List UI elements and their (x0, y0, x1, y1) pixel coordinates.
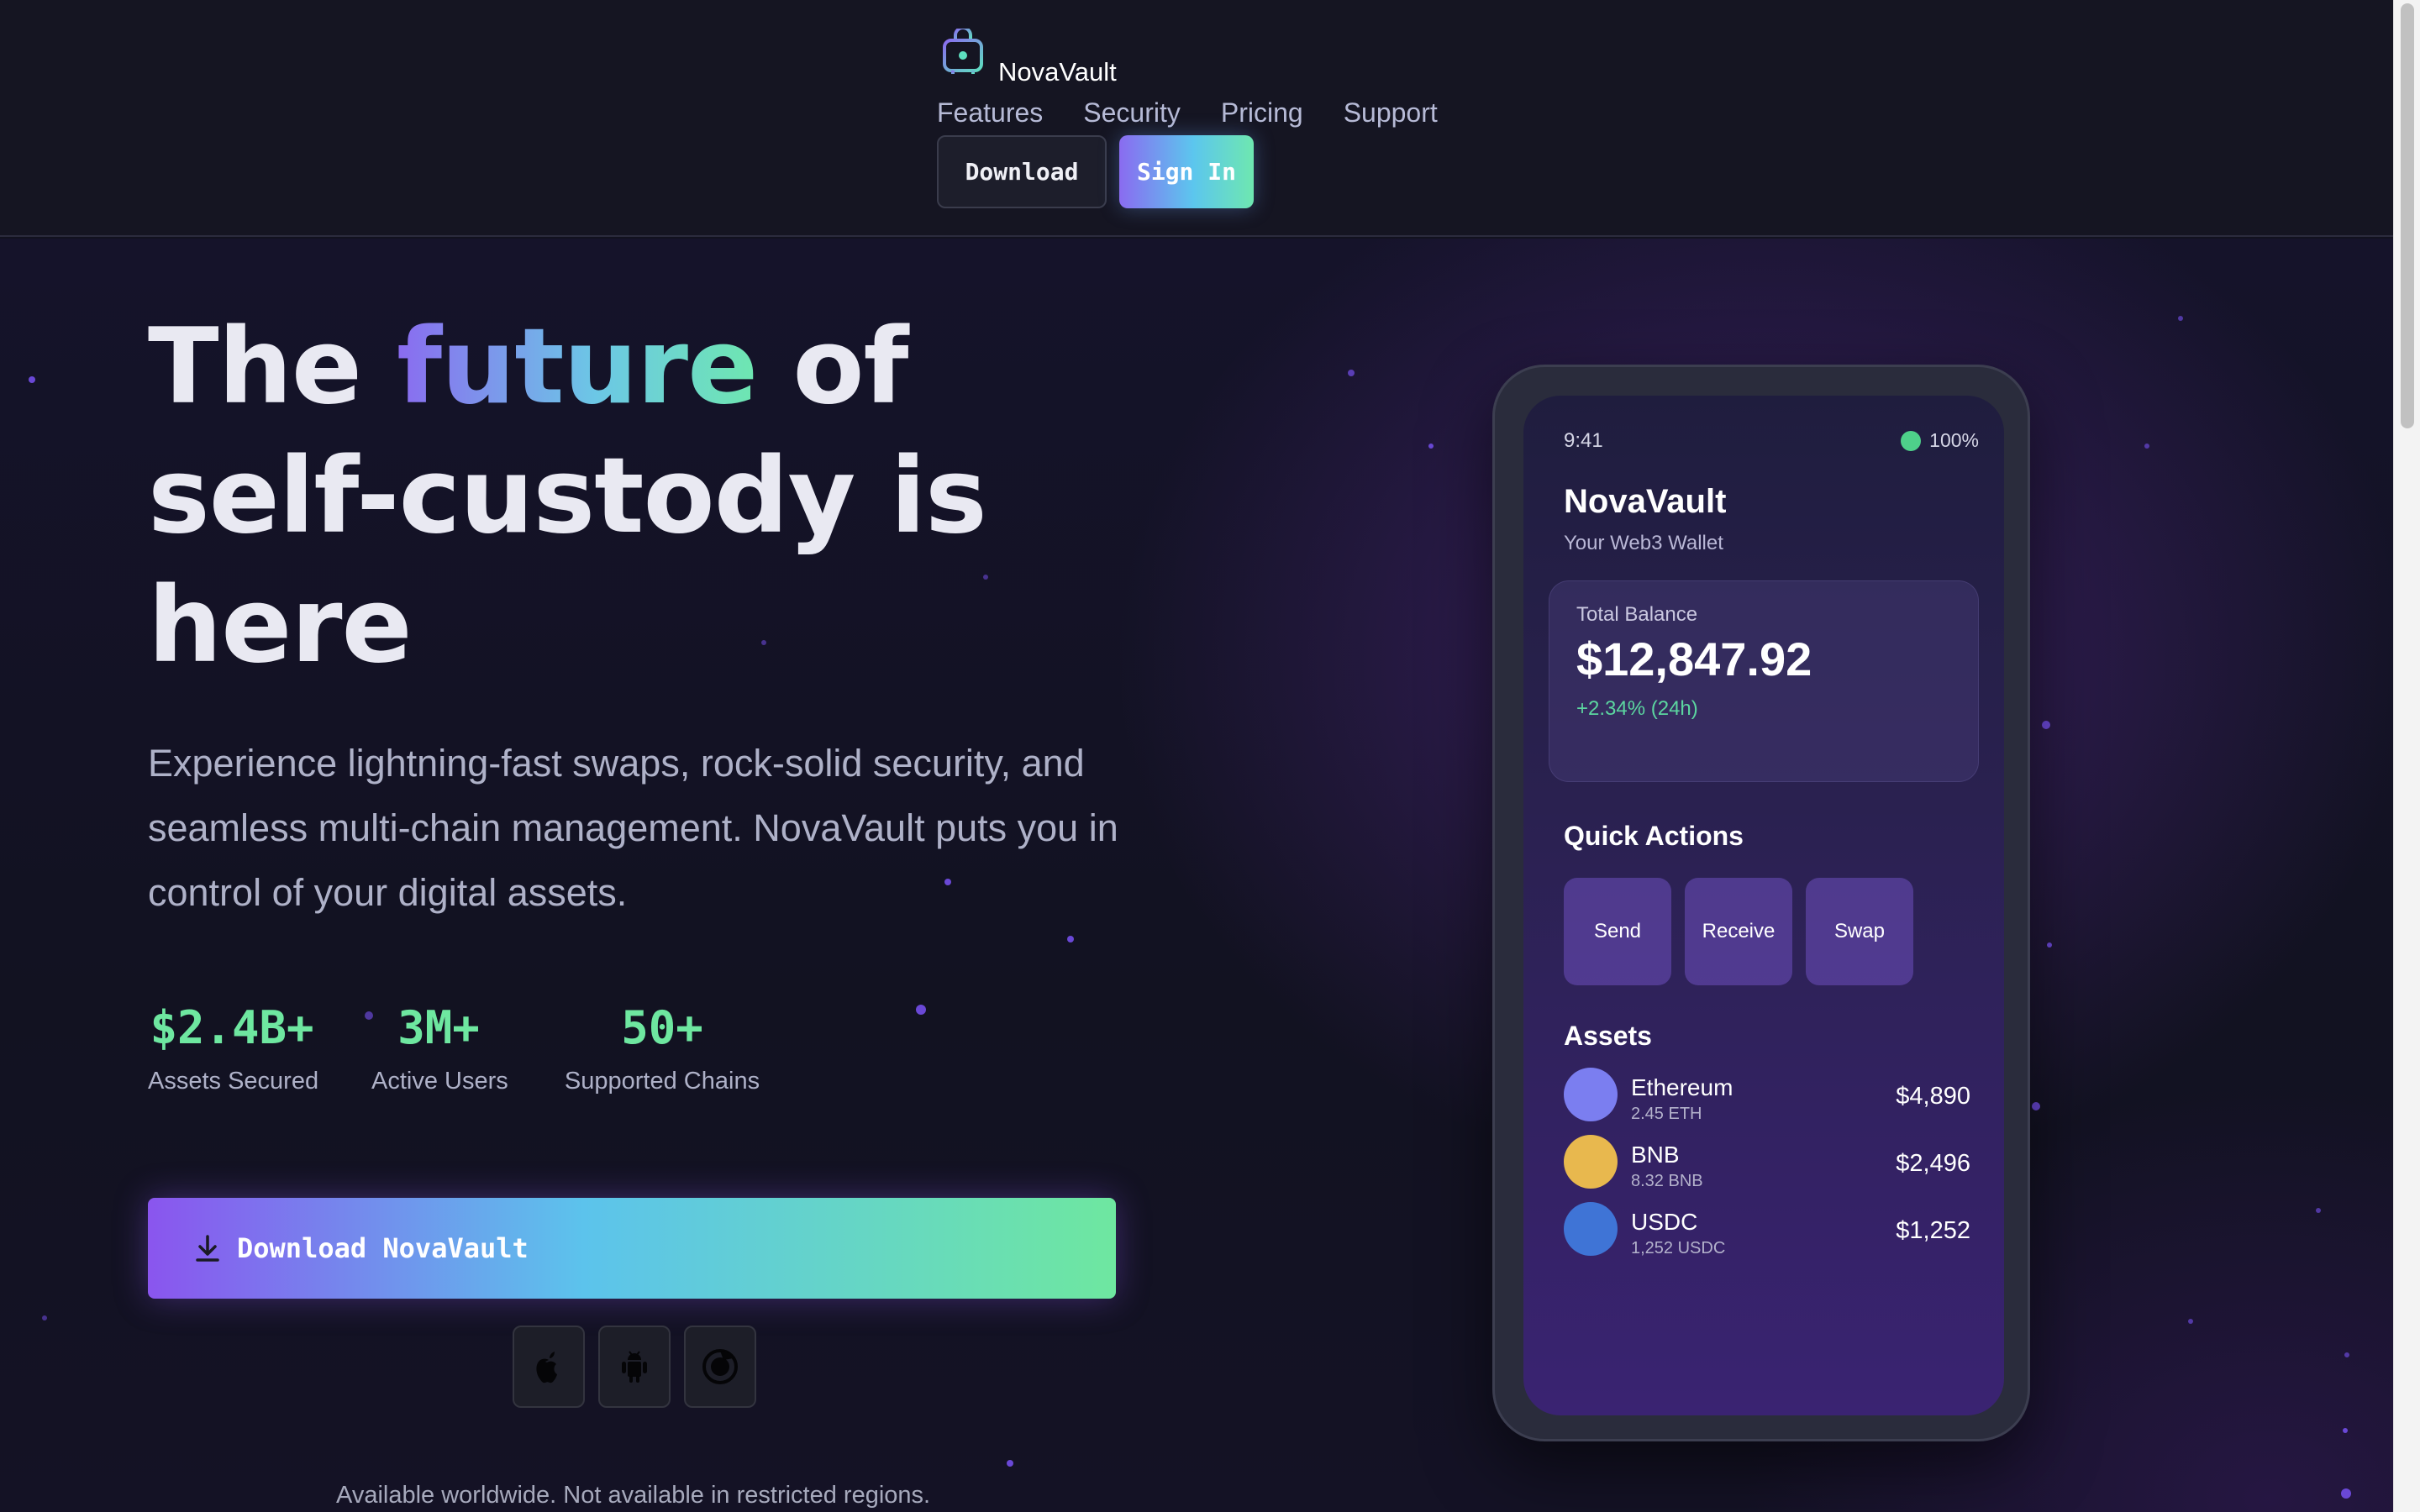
page: NovaVault Features Security Pricing Supp… (0, 0, 2420, 1512)
balance-value: $12,847.92 (1576, 633, 1812, 685)
asset-value: $1,252 (1896, 1217, 1970, 1244)
scrollbar-thumb[interactable] (2401, 3, 2414, 428)
top-header: NovaVault Features Security Pricing Supp… (0, 0, 2393, 237)
particle (2316, 1208, 2321, 1213)
cta-label: Download NovaVault (237, 1232, 529, 1264)
phone-screen: 9:41 100% NovaVault Your Web3 Wallet Tot… (1523, 396, 2004, 1415)
bnb-token-icon (1564, 1135, 1618, 1189)
main-nav: Features Security Pricing Support (937, 97, 1438, 129)
stat-value: $2.4B+ (150, 1001, 314, 1054)
header-download-button[interactable]: Download (937, 135, 1107, 208)
headline-accent: future (397, 307, 758, 428)
brand[interactable]: NovaVault (939, 29, 1117, 87)
stat-label: Supported Chains (564, 1068, 760, 1095)
asset-name: Ethereum (1631, 1074, 1733, 1100)
balance-card: Total Balance $12,847.92 +2.34% (24h) (1549, 580, 1979, 782)
usdc-token-icon (1564, 1202, 1618, 1256)
platform-icons (513, 1326, 756, 1408)
asset-value: $2,496 (1896, 1150, 1970, 1177)
stat-label: Active Users (371, 1068, 508, 1095)
particle (2344, 1352, 2349, 1357)
nav-support[interactable]: Support (1344, 97, 1438, 129)
hero-headline: The future of self-custody is here (148, 302, 1156, 690)
assets-title: Assets (1564, 1021, 1652, 1051)
wallet-app-subtitle: Your Web3 Wallet (1564, 532, 1723, 554)
vault-logo-icon (943, 29, 983, 74)
nav-security[interactable]: Security (1083, 97, 1181, 129)
particle (1067, 936, 1074, 942)
phone-battery: 100% (1901, 429, 1979, 452)
hero-subtext: Experience lightning-fast swaps, rock-so… (148, 742, 1118, 914)
web-icon (702, 1349, 738, 1384)
particle (2343, 1428, 2348, 1433)
download-icon (196, 1235, 219, 1262)
battery-indicator-icon (1901, 430, 1922, 451)
asset-row-ethereum[interactable]: Ethereum 2.45 ETH $4,890 (1564, 1068, 1970, 1123)
send-button[interactable]: Send (1564, 878, 1671, 985)
web-platform-button[interactable] (684, 1326, 756, 1408)
asset-amount: 2.45 ETH (1631, 1105, 1702, 1123)
ethereum-token-icon (1564, 1068, 1618, 1121)
particle (1428, 444, 1434, 449)
nav-features[interactable]: Features (937, 97, 1043, 129)
particle (916, 1005, 926, 1015)
sign-in-button[interactable]: Sign In (1119, 135, 1254, 208)
stat-label: Assets Secured (148, 1068, 319, 1095)
balance-label: Total Balance (1576, 603, 1698, 626)
particle (1348, 370, 1355, 376)
stat-value: 50+ (621, 1001, 703, 1054)
wallet-app-title: NovaVault (1564, 483, 1727, 520)
asset-amount: 1,252 USDC (1631, 1239, 1726, 1257)
apple-platform-button[interactable] (513, 1326, 585, 1408)
apple-icon (536, 1352, 557, 1383)
asset-row-bnb[interactable]: BNB 8.32 BNB $2,496 (1564, 1135, 1970, 1190)
phone-mockup: 9:41 100% NovaVault Your Web3 Wallet Tot… (1492, 365, 2030, 1441)
download-novavault-button[interactable]: Download NovaVault (148, 1198, 1116, 1299)
quick-actions: Send Receive Swap (1564, 878, 1913, 985)
particle (2032, 1102, 2040, 1110)
particle (2341, 1488, 2351, 1499)
android-platform-button[interactable] (598, 1326, 671, 1408)
headline-prefix: The (148, 307, 397, 428)
balance-change: +2.34% (24h) (1576, 697, 1698, 720)
availability-note: Available worldwide. Not available in re… (336, 1482, 931, 1509)
stat-supported-chains: 50+ Supported Chains (561, 1001, 763, 1095)
nav-pricing[interactable]: Pricing (1221, 97, 1303, 129)
particle (1007, 1460, 1013, 1467)
brand-name: NovaVault (998, 57, 1117, 87)
android-icon (622, 1351, 647, 1383)
particle (42, 1315, 47, 1320)
asset-row-usdc[interactable]: USDC 1,252 USDC $1,252 (1564, 1202, 1970, 1257)
particle (2144, 444, 2149, 449)
particle (2188, 1319, 2193, 1324)
asset-amount: 8.32 BNB (1631, 1172, 1703, 1190)
particle (2042, 721, 2050, 729)
stat-value: 3M+ (397, 1001, 480, 1054)
phone-status-time: 9:41 (1564, 429, 1603, 452)
particle (29, 376, 35, 383)
asset-name: USDC (1631, 1209, 1698, 1235)
receive-button[interactable]: Receive (1685, 878, 1792, 985)
swap-button[interactable]: Swap (1806, 878, 1913, 985)
particle (2178, 316, 2183, 321)
particle (2047, 942, 2052, 948)
page-scrollbar[interactable] (2393, 0, 2420, 1512)
battery-label: 100% (1929, 429, 1979, 451)
stat-assets-secured: $2.4B+ Assets Secured (148, 1001, 319, 1095)
quick-actions-title: Quick Actions (1564, 821, 1744, 851)
asset-value: $4,890 (1896, 1083, 1970, 1110)
asset-name: BNB (1631, 1142, 1680, 1168)
stat-active-users: 3M+ Active Users (371, 1001, 508, 1095)
